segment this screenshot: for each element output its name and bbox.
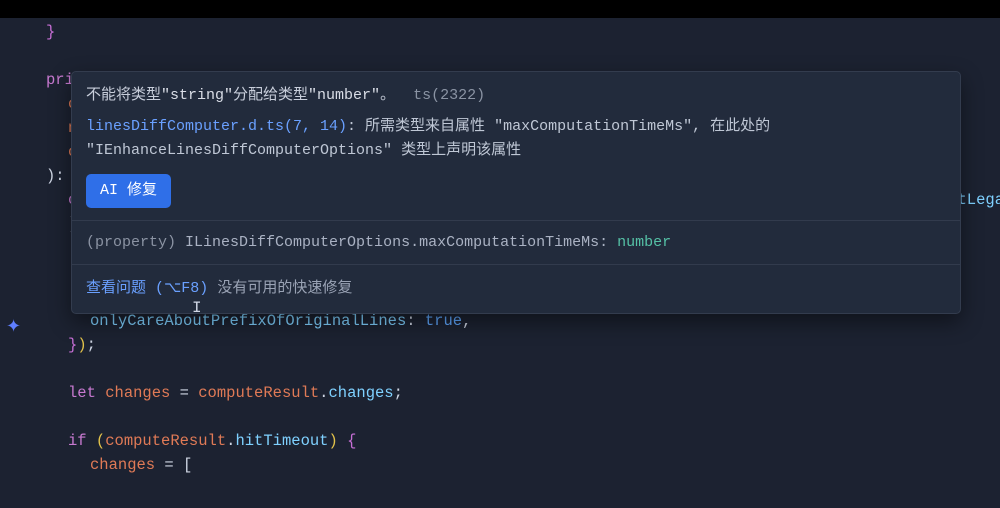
source-file-link[interactable]: linesDiffComputer.d.ts(7, 14) [86, 118, 347, 135]
ts-error-code: ts(2322) [413, 87, 485, 104]
keyword-if: if [68, 432, 96, 450]
var-computeResult: computeResult [198, 384, 319, 402]
keyword-let: let [68, 384, 105, 402]
var-changes: changes [90, 456, 155, 474]
divider [72, 264, 960, 265]
brace-close: } [46, 23, 55, 41]
paren-close: ) [77, 336, 86, 354]
var-computeResult: computeResult [105, 432, 226, 450]
editor-gutter: ✦ [0, 18, 34, 508]
no-quickfix-text: 没有可用的快速修复 [208, 280, 352, 297]
ai-fix-button[interactable]: AI 修复 [86, 174, 171, 208]
type-signature: (property) ILinesDiffComputerOptions.max… [86, 231, 946, 254]
equals: = [170, 384, 198, 402]
paren-open: ( [96, 432, 105, 450]
error-message: 不能将类型"string"分配给类型"number"。 ts(2322) [86, 84, 946, 107]
sparkle-icon[interactable]: ✦ [6, 315, 21, 343]
comma: , [462, 312, 471, 330]
code-editor[interactable]: ✦ } private computeDiff( or ne co ): I c… [0, 18, 1000, 477]
brace-open: { [347, 432, 356, 450]
prop-hitTimeout: hitTimeout [235, 432, 328, 450]
brace-close: } [68, 336, 77, 354]
hover-tooltip[interactable]: 不能将类型"string"分配给类型"number"。 ts(2322) lin… [71, 71, 961, 314]
paren-close: ) [328, 432, 337, 450]
equals-array-open: = [ [155, 456, 192, 474]
divider [72, 220, 960, 221]
window-titlebar [0, 0, 1000, 18]
prop-changes: changes [328, 384, 393, 402]
var-changes: changes [105, 384, 170, 402]
view-problem-link[interactable]: 查看问题 [86, 280, 146, 297]
semicolon: ; [394, 384, 403, 402]
hover-footer: 查看问题 (⌥F8) 没有可用的快速修复 [86, 275, 946, 312]
prop-onlyCareAboutPrefixOfOriginalLines: onlyCareAboutPrefixOfOriginalLines [90, 312, 406, 330]
text-cursor-icon: I [192, 296, 202, 321]
bool-true: true [425, 312, 462, 330]
error-source: linesDiffComputer.d.ts(7, 14): 所需类型来自属性 … [86, 115, 946, 162]
shortcut-hint: (⌥F8) [146, 280, 208, 297]
